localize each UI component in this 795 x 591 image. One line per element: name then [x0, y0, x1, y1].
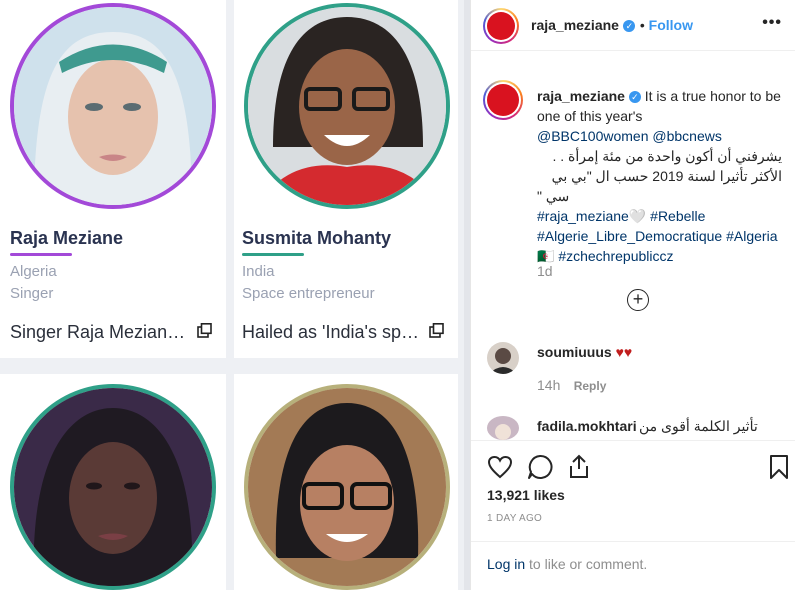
comment-username[interactable]: fadila.mokhtari [537, 418, 637, 434]
card-role: Singer [10, 285, 54, 302]
profile-card-4[interactable] [234, 374, 458, 590]
avatar-profile-4 [244, 384, 450, 590]
portrait-image [14, 388, 212, 586]
profile-card-raja-meziane[interactable]: Raja Meziane Algeria Singer Singer Raja … [0, 0, 226, 358]
card-accent-bar [10, 253, 72, 256]
login-prompt-text: to like or comment. [525, 556, 648, 572]
caption-username[interactable]: raja_meziane [537, 88, 625, 104]
caption-avatar [487, 84, 519, 116]
story-ring[interactable] [483, 8, 519, 44]
caption-story-ring[interactable] [483, 80, 523, 120]
caption-mentions[interactable]: @BBC100women @bbcnews [537, 126, 782, 146]
bbc-100-women-grid: Raja Meziane Algeria Singer Singer Raja … [0, 0, 470, 590]
caption-arabic-line-3: سي " [537, 188, 570, 204]
card-role: Space entrepreneur [242, 285, 375, 302]
post-header: raja_meziane ✓ • Follow ••• [471, 0, 795, 51]
likes-count[interactable]: 13,921 likes [487, 487, 565, 503]
avatar [487, 12, 515, 40]
portrait-image [248, 7, 446, 205]
post-date: 1 DAY AGO [487, 513, 543, 524]
comment-text: تأثير الكلمة أقوى من [639, 418, 758, 434]
card-name: Raja Meziane [10, 228, 124, 248]
profile-card-3[interactable] [0, 374, 226, 590]
post-username[interactable]: raja_meziane [531, 17, 619, 33]
follow-button[interactable]: Follow [649, 17, 693, 33]
commenter-avatar[interactable] [487, 342, 519, 374]
caption-arabic-line-2: الأكثر تأثيرا لسنة 2019 حسب ال "بي بي [551, 168, 782, 184]
share-icon[interactable] [567, 453, 591, 479]
caption-hashtags-2[interactable]: #Algerie_Libre_Democratique #Algeria [537, 226, 782, 246]
comment-time[interactable]: 14h [537, 377, 560, 393]
commenter-avatar[interactable] [487, 416, 519, 440]
card-blurb-link[interactable]: Hailed as 'India's sp… [242, 322, 419, 343]
separator-dot: • [639, 17, 649, 33]
caption-hashtags-3[interactable]: 🇩🇿 #zchechrepublicсz [537, 246, 782, 266]
bookmark-icon[interactable] [769, 454, 789, 480]
portrait-image [14, 7, 212, 205]
caption-timestamp[interactable]: 1d [537, 263, 553, 279]
caption-arabic-line-1: يشرفني أن أكون واحدة من مئة إمرأة . . [552, 148, 782, 164]
plus-circle-icon[interactable]: + [627, 289, 649, 311]
profile-card-susmita-mohanty[interactable]: Susmita Mohanty India Space entrepreneur… [234, 0, 458, 358]
external-link-icon[interactable] [429, 323, 444, 338]
card-country: Algeria [10, 263, 57, 280]
post-actions: 13,921 likes 1 DAY AGO Log in to like or… [471, 440, 795, 591]
external-link-icon[interactable] [197, 323, 212, 338]
avatar-susmita-mohanty [244, 3, 450, 209]
card-blurb-link[interactable]: Singer Raja Mezian… [10, 322, 185, 343]
reply-button[interactable]: Reply [574, 379, 607, 393]
comment-meta: 14h Reply [537, 377, 606, 393]
avatar-profile-3 [10, 384, 216, 590]
heart-icon[interactable] [487, 455, 513, 479]
login-prompt: Log in to like or comment. [471, 541, 795, 572]
instagram-post-panel: raja_meziane ✓ • Follow ••• raja_meziane… [470, 0, 795, 591]
avatar-raja-meziane [10, 3, 216, 209]
comment-text: ♥♥ [615, 344, 633, 360]
portrait-image [248, 388, 446, 586]
card-name: Susmita Mohanty [242, 228, 392, 248]
more-options-icon[interactable]: ••• [762, 14, 782, 32]
comment-username[interactable]: soumiuuus ♥♥ [537, 344, 632, 360]
caption-hashtags-1[interactable]: #raja_meziane🤍 #Rebelle [537, 206, 782, 226]
verified-badge-icon: ✓ [628, 91, 641, 103]
post-caption: raja_meziane ✓ It is a true honor to be … [537, 86, 782, 266]
verified-badge-icon: ✓ [623, 20, 636, 32]
comment-icon[interactable] [527, 454, 553, 480]
card-country: India [242, 263, 275, 280]
card-accent-bar [242, 253, 304, 256]
login-link[interactable]: Log in [487, 556, 525, 572]
